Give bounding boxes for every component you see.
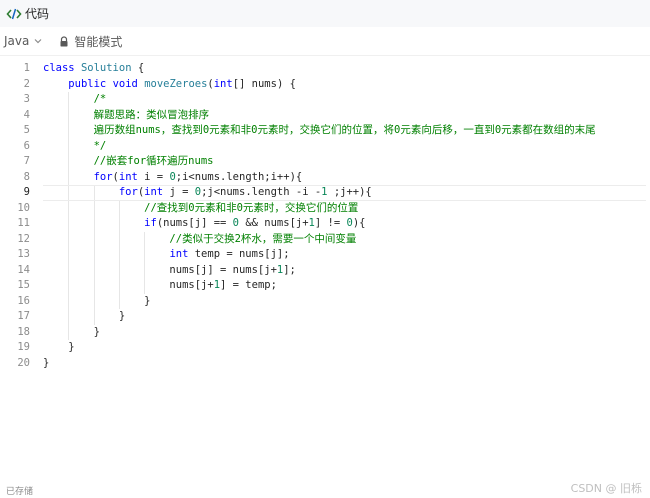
code-text: nums[j] = nums[j+1]; <box>43 263 296 276</box>
code-line[interactable]: 1 class Solution { <box>0 61 650 77</box>
code-line[interactable]: 5 遍历数组nums，查找到0元素和非0元素时，交换它们的位置，将0元素向后移，… <box>0 123 650 139</box>
code-text: 遍历数组nums，查找到0元素和非0元素时，交换它们的位置，将0元素向后移，一直… <box>43 124 596 136</box>
code-text: } <box>43 356 50 369</box>
code-line[interactable]: 2 public void moveZeroes(int[] nums) { <box>0 77 650 93</box>
lock-icon <box>59 35 69 47</box>
line-number: 12 <box>17 232 30 245</box>
code-text: } <box>43 294 151 307</box>
code-text: public void moveZeroes(int[] nums) { <box>68 77 296 90</box>
code-line[interactable]: 17 } <box>0 309 650 325</box>
line-number: 13 <box>17 248 30 260</box>
panel-title: 代码 <box>25 7 50 21</box>
chevron-down-icon <box>33 36 43 46</box>
code-text: /* <box>43 93 107 105</box>
line-number: 3 <box>23 93 30 105</box>
code-line[interactable]: 8 for(int i = 0;i<nums.length;i++){ <box>0 170 650 186</box>
code-text: */ <box>43 139 107 152</box>
smart-mode-label: 智能模式 <box>74 34 123 49</box>
code-line[interactable]: 16 } <box>0 294 650 310</box>
watermark: CSDN @ 旧栎 <box>570 482 642 495</box>
code-line[interactable]: 13 int temp = nums[j]; <box>0 247 650 263</box>
code-line[interactable]: 14 nums[j] = nums[j+1]; <box>0 263 650 279</box>
code-text: 解题思路：类似冒泡排序 <box>43 108 210 121</box>
code-panel-header: 代码 <box>0 0 650 27</box>
code-text: if(nums[j] == 0 && nums[j+1] != 0){ <box>144 217 366 229</box>
line-number: 1 <box>23 62 30 74</box>
code-text: } <box>43 341 75 353</box>
line-number: 9 <box>23 186 30 198</box>
code-text: //嵌套for循环遍历nums <box>43 155 214 167</box>
smart-mode-toggle[interactable]: 智能模式 <box>59 33 122 50</box>
code-line[interactable]: 15 nums[j+1] = temp; <box>0 278 650 294</box>
line-number: 4 <box>23 108 30 121</box>
code-line[interactable]: 10 //查找到0元素和非0元素时，交换它们的位置 <box>0 201 650 217</box>
language-value: Java <box>4 34 30 48</box>
code-text: nums[j+1] = temp; <box>43 279 277 291</box>
line-number: 6 <box>23 139 30 152</box>
line-number: 20 <box>17 356 30 369</box>
code-line[interactable]: 7 //嵌套for循环遍历nums <box>0 154 650 170</box>
code-text: class Solution { <box>43 62 145 74</box>
code-text: } <box>43 325 100 338</box>
code-text: for(int j = 0;j<nums.length -i -1 ;j++){ <box>118 186 372 198</box>
line-number: 14 <box>17 263 30 276</box>
line-number: 18 <box>17 325 30 338</box>
line-number: 19 <box>17 341 30 353</box>
line-number: 5 <box>23 124 30 136</box>
code-text: //查找到0元素和非0元素时，交换它们的位置 <box>43 201 359 214</box>
code-line[interactable]: 20} <box>0 356 650 372</box>
code-text: } <box>43 310 126 322</box>
code-line[interactable]: 3 /* <box>0 92 650 108</box>
line-number: 10 <box>17 201 30 214</box>
code-line[interactable]: 11 if(nums[j] == 0 && nums[j+1] != 0){ <box>0 216 650 232</box>
code-line[interactable]: 6 */ <box>0 139 650 155</box>
line-number: 8 <box>23 170 30 183</box>
code-line[interactable]: 9 for(int j = 0;j<nums.length -i -1 ;j++… <box>0 185 650 201</box>
language-select[interactable]: Java <box>0 34 43 48</box>
line-number: 7 <box>23 155 30 167</box>
code-text: //类似于交换2杯水，需要一个中间变量 <box>43 232 357 245</box>
code-text: int temp = nums[j]; <box>169 248 290 260</box>
line-number: 11 <box>17 217 30 229</box>
code-editor[interactable]: 1 class Solution { 2 public void moveZeroe… <box>0 61 650 401</box>
editor-toolbar: Java 智能模式 <box>0 27 650 56</box>
line-number: 2 <box>23 77 30 90</box>
code-line[interactable]: 19 } <box>0 340 650 356</box>
code-brackets-icon <box>6 7 22 21</box>
save-status: 已存储 <box>6 487 34 497</box>
line-number: 17 <box>17 310 30 322</box>
line-number: 16 <box>17 294 30 307</box>
code-text: for(int i = 0;i<nums.length;i++){ <box>93 170 303 183</box>
line-number: 15 <box>17 279 30 291</box>
code-line[interactable]: 12 //类似于交换2杯水，需要一个中间变量 <box>0 232 650 248</box>
code-line[interactable]: 18 } <box>0 325 650 341</box>
code-line[interactable]: 4 解题思路：类似冒泡排序 <box>0 108 650 124</box>
